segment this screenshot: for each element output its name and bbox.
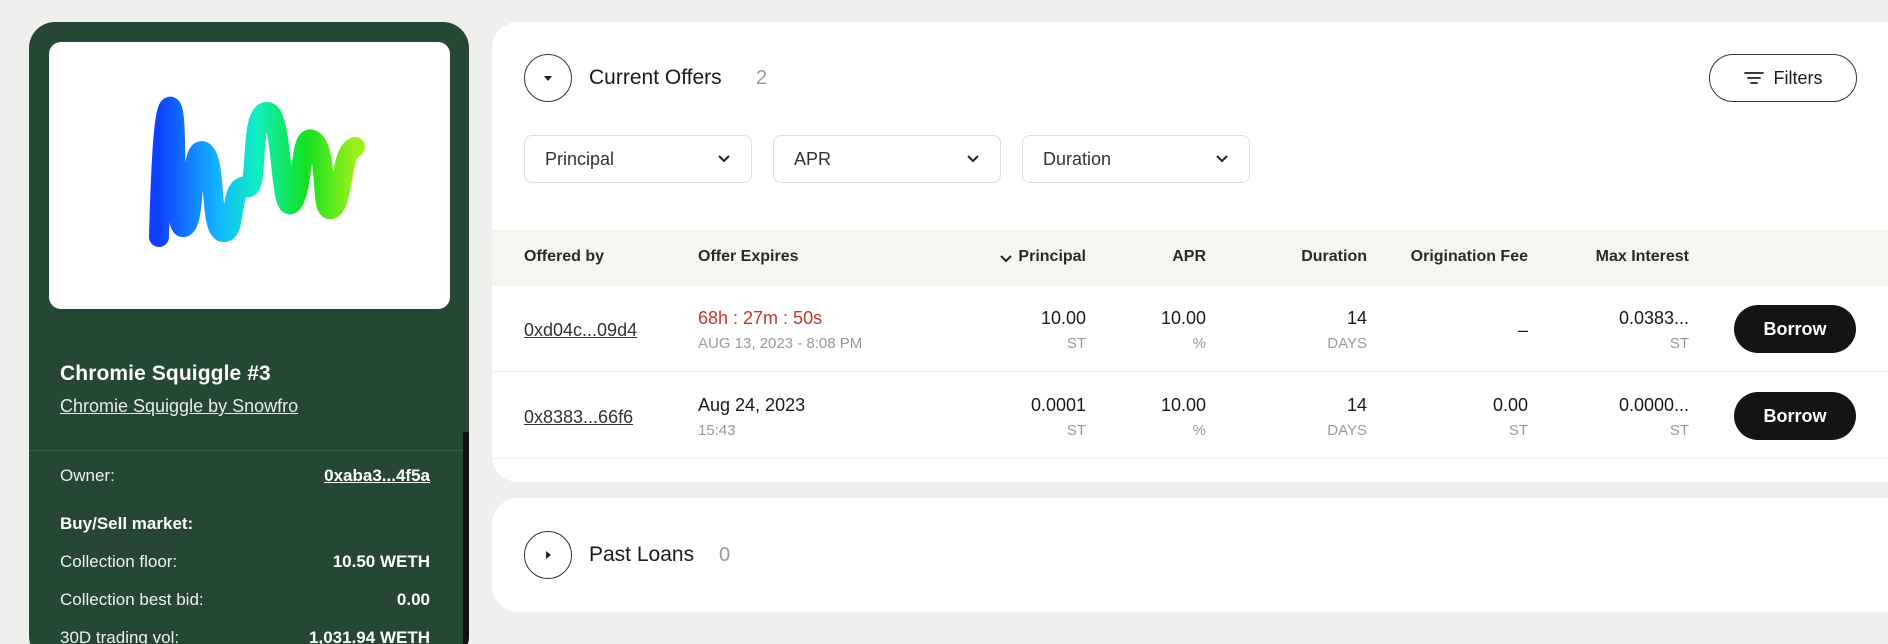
current-offers-title: Current Offers xyxy=(589,66,722,89)
origination-fee-value: 0.00 xyxy=(1492,395,1528,415)
apr-unit: % xyxy=(1192,422,1206,439)
divider xyxy=(29,450,469,451)
filters-label: Filters xyxy=(1773,67,1823,88)
principal-cell: 10.00 ST xyxy=(1041,308,1086,352)
col-apr[interactable]: APR xyxy=(1172,248,1206,266)
nft-title: Chromie Squiggle #3 xyxy=(60,362,271,385)
principal-dropdown[interactable]: Principal xyxy=(524,135,752,183)
collapse-offers-button[interactable] xyxy=(524,54,572,102)
nft-image xyxy=(49,42,450,309)
max-interest-value: 0.0383... xyxy=(1618,308,1689,328)
max-interest-unit: ST xyxy=(1669,335,1689,352)
filter-icon xyxy=(1743,72,1764,84)
principal-unit: ST xyxy=(1066,335,1086,352)
apr-value: 10.00 xyxy=(1160,308,1206,328)
caret-down-icon xyxy=(544,76,552,81)
filters-button[interactable]: Filters xyxy=(1709,54,1857,102)
principal-unit: ST xyxy=(1066,422,1086,439)
volume-label: 30D trading vol: xyxy=(60,628,180,644)
offered-by-link[interactable]: 0xd04c...09d4 xyxy=(524,320,637,341)
max-interest-value: 0.0000... xyxy=(1618,395,1689,415)
best-bid-value: 0.00 xyxy=(396,590,430,609)
card-scrollbar[interactable] xyxy=(463,432,469,644)
principal-dropdown-label: Principal xyxy=(545,148,615,169)
owner-address-link[interactable]: 0xaba3...4f5a xyxy=(324,466,430,486)
apr-dropdown-label: APR xyxy=(794,148,832,169)
apr-dropdown[interactable]: APR xyxy=(773,135,1001,183)
past-loans-panel: Past Loans 0 xyxy=(492,498,1888,612)
origination-fee-unit: ST xyxy=(1508,422,1528,439)
expires-date-main: Aug 24, 2023 xyxy=(698,395,806,415)
volume-row: 30D trading vol: 1,031.94 WETH xyxy=(60,628,430,644)
principal-cell: 0.0001 ST xyxy=(1031,395,1086,439)
duration-cell: 14 DAYS xyxy=(1327,308,1367,352)
table-row: 0x8383...66f6 Aug 24, 2023 15:43 0.0001 … xyxy=(492,373,1888,459)
col-duration[interactable]: Duration xyxy=(1301,248,1367,266)
owner-label: Owner: xyxy=(60,466,115,485)
principal-value: 10.00 xyxy=(1040,308,1086,328)
origination-fee-cell: – xyxy=(1518,320,1528,341)
apr-cell: 10.00 % xyxy=(1161,395,1206,439)
expand-past-loans-button[interactable] xyxy=(524,531,572,579)
max-interest-unit: ST xyxy=(1669,422,1689,439)
nft-detail-card: Chromie Squiggle #3 Chromie Squiggle by … xyxy=(29,22,469,644)
duration-dropdown-label: Duration xyxy=(1043,148,1112,169)
table-row: 0xd04c...09d4 68h : 27m : 50s AUG 13, 20… xyxy=(492,286,1888,372)
col-origination-fee[interactable]: Origination Fee xyxy=(1411,248,1528,266)
duration-cell: 14 DAYS xyxy=(1327,395,1367,439)
origination-fee-value: – xyxy=(1517,320,1528,340)
origination-fee-cell: 0.00 ST xyxy=(1493,395,1528,439)
duration-unit: DAYS xyxy=(1327,422,1367,439)
offer-expires: Aug 24, 2023 15:43 xyxy=(698,395,805,439)
volume-value: 1,031.94 WETH xyxy=(309,628,430,644)
sort-chevron-icon[interactable] xyxy=(999,254,1013,264)
max-interest-cell: 0.0383... ST xyxy=(1619,308,1689,352)
collection-link[interactable]: Chromie Squiggle by Snowfro xyxy=(60,396,298,417)
owner-row: Owner: 0xaba3...4f5a xyxy=(60,466,430,486)
best-bid-row: Collection best bid: 0.00 xyxy=(60,590,430,610)
duration-dropdown[interactable]: Duration xyxy=(1022,135,1250,183)
current-offers-panel: Current Offers 2 Filters Principal APR D… xyxy=(492,22,1888,482)
expires-countdown: 68h : 27m : 50s xyxy=(698,308,823,328)
offer-expires: 68h : 27m : 50s AUG 13, 2023 - 8:08 PM xyxy=(698,308,862,352)
floor-row: Collection floor: 10.50 WETH xyxy=(60,552,430,572)
duration-value: 14 xyxy=(1346,308,1367,328)
current-offers-count: 2 xyxy=(756,67,768,89)
offers-table-header: Offered by Offer Expires Principal APR D… xyxy=(492,230,1888,286)
expires-time: 15:43 xyxy=(698,422,736,439)
best-bid-label: Collection best bid: xyxy=(60,590,204,609)
chevron-down-icon xyxy=(1216,155,1228,163)
chevron-down-icon xyxy=(967,155,979,163)
borrow-button[interactable]: Borrow xyxy=(1734,305,1856,353)
borrow-button[interactable]: Borrow xyxy=(1734,392,1856,440)
col-principal[interactable]: Principal xyxy=(1018,248,1086,266)
duration-unit: DAYS xyxy=(1327,335,1367,352)
floor-label: Collection floor: xyxy=(60,552,178,571)
col-offer-expires[interactable]: Offer Expires xyxy=(698,248,798,266)
past-loans-count: 0 xyxy=(719,544,731,566)
apr-value: 10.00 xyxy=(1160,395,1206,415)
apr-cell: 10.00 % xyxy=(1161,308,1206,352)
col-offered-by[interactable]: Offered by xyxy=(524,248,604,266)
offered-by-link[interactable]: 0x8383...66f6 xyxy=(524,407,633,428)
col-max-interest[interactable]: Max Interest xyxy=(1596,248,1689,266)
market-heading: Buy/Sell market: xyxy=(60,514,194,533)
expires-date: AUG 13, 2023 - 8:08 PM xyxy=(698,335,863,352)
past-loans-title: Past Loans xyxy=(589,543,695,566)
apr-unit: % xyxy=(1192,335,1206,352)
duration-value: 14 xyxy=(1346,395,1367,415)
chevron-down-icon xyxy=(718,155,730,163)
floor-value: 10.50 WETH xyxy=(332,552,430,571)
max-interest-cell: 0.0000... ST xyxy=(1619,395,1689,439)
principal-value: 0.0001 xyxy=(1030,395,1086,415)
caret-right-icon xyxy=(546,551,551,559)
